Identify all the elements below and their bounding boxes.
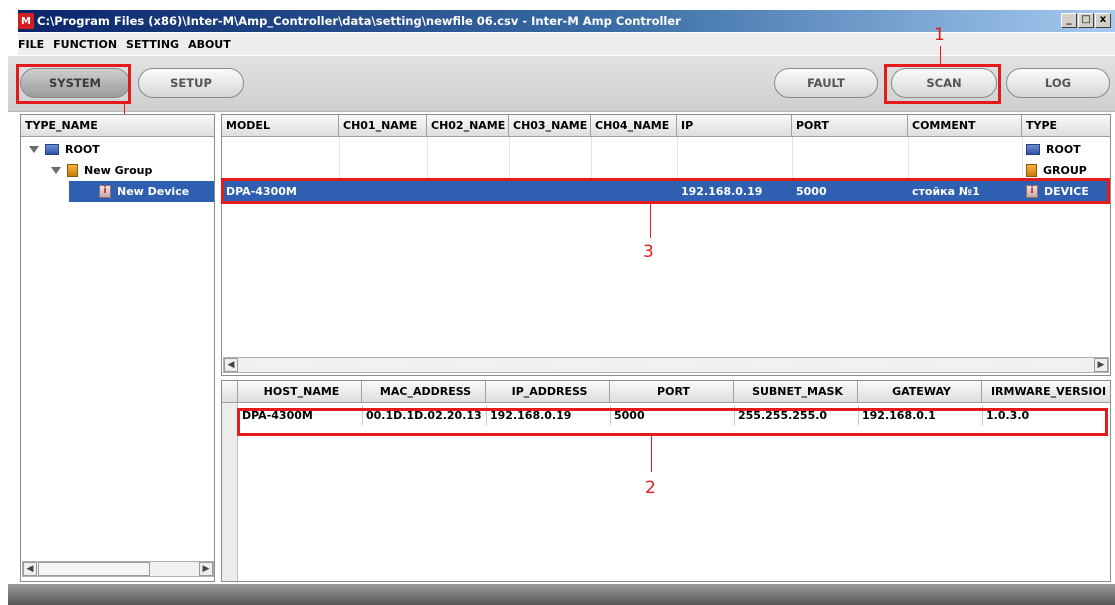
tree-scrollbar[interactable]: ◀ ▶ [22, 561, 214, 577]
device-table: MODEL CH01_NAME CH02_NAME CH03_NAME CH04… [221, 114, 1111, 376]
type-label: GROUP [1043, 164, 1087, 177]
collapse-icon[interactable] [29, 146, 39, 153]
row-index-header [222, 381, 238, 403]
minimize-button[interactable]: _ [1061, 13, 1077, 28]
highlight-box-scan-row [237, 408, 1108, 436]
fault-button[interactable]: FAULT [774, 68, 878, 98]
scroll-right-icon[interactable]: ▶ [1094, 358, 1108, 372]
column-header[interactable]: CH03_NAME [509, 115, 591, 137]
callout-2-line [651, 436, 652, 472]
tree-item-label: ROOT [65, 143, 100, 156]
title-bar[interactable]: M C:\Program Files (x86)\Inter-M\Amp_Con… [18, 10, 1115, 32]
column-header[interactable]: MAC_ADDRESS [362, 381, 486, 403]
highlight-box-device-row [221, 178, 1110, 204]
column-header[interactable]: IRMWARE_VERSIOI [982, 381, 1110, 403]
row-header-strip [222, 403, 238, 581]
menu-about[interactable]: ABOUT [188, 38, 231, 51]
setup-button[interactable]: SETUP [138, 68, 244, 98]
tree-item-device[interactable]: i New Device [69, 181, 214, 202]
type-label: ROOT [1046, 143, 1081, 156]
column-header[interactable]: MODEL [222, 115, 339, 137]
menu-setting[interactable]: SETTING [126, 38, 179, 51]
tree-item-label: New Device [117, 185, 190, 198]
folder-icon [67, 164, 78, 177]
tree-item-label: New Group [84, 164, 153, 177]
callout-1-line [940, 46, 941, 64]
column-header[interactable]: HOST_NAME [238, 381, 362, 403]
scroll-thumb[interactable] [38, 562, 150, 576]
log-button[interactable]: LOG [1006, 68, 1110, 98]
computer-icon [1026, 144, 1040, 155]
menu-file[interactable]: FILE [18, 38, 44, 51]
folder-icon [1026, 164, 1037, 177]
maximize-button[interactable]: □ [1078, 13, 1094, 28]
scroll-left-icon[interactable]: ◀ [23, 562, 37, 576]
column-header[interactable]: COMMENT [908, 115, 1022, 137]
highlight-box-system [16, 64, 131, 104]
column-header[interactable]: CH04_NAME [591, 115, 677, 137]
device-table-scrollbar[interactable]: ◀ ▶ [223, 357, 1109, 373]
collapse-icon[interactable] [51, 167, 61, 174]
tree-item-group[interactable]: New Group [51, 160, 152, 181]
window-title: C:\Program Files (x86)\Inter-M\Amp_Contr… [37, 14, 681, 28]
amplifier-icon: i [99, 185, 111, 198]
app-logo-icon: M [18, 13, 34, 29]
column-header[interactable]: PORT [792, 115, 908, 137]
column-header[interactable]: SUBNET_MASK [734, 381, 858, 403]
scroll-left-icon[interactable]: ◀ [224, 358, 238, 372]
close-button[interactable]: x [1095, 13, 1111, 28]
highlight-box-scan [884, 64, 1001, 104]
callout-2: 2 [645, 478, 656, 498]
column-header[interactable]: IP [677, 115, 792, 137]
callout-1: 1 [934, 25, 945, 45]
computer-icon [45, 144, 59, 155]
menu-bar: FILE FUNCTION SETTING ABOUT [18, 33, 1115, 55]
column-header[interactable]: CH01_NAME [339, 115, 427, 137]
menu-function[interactable]: FUNCTION [53, 38, 117, 51]
column-header[interactable]: PORT [610, 381, 734, 403]
callout-3-line [650, 204, 651, 238]
column-header[interactable]: GATEWAY [858, 381, 982, 403]
column-header[interactable]: TYPE [1022, 115, 1110, 137]
tree-item-root[interactable]: ROOT [29, 139, 100, 160]
tree-panel: TYPE_NAME ROOT New Group i New Device ◀ … [20, 114, 215, 582]
type-cell: ROOT [1022, 139, 1110, 160]
tree-header: TYPE_NAME [21, 115, 214, 137]
callout-3: 3 [643, 242, 654, 262]
column-header[interactable]: CH02_NAME [427, 115, 509, 137]
column-header[interactable]: IP_ADDRESS [486, 381, 610, 403]
scroll-right-icon[interactable]: ▶ [199, 562, 213, 576]
status-bar [8, 584, 1115, 605]
